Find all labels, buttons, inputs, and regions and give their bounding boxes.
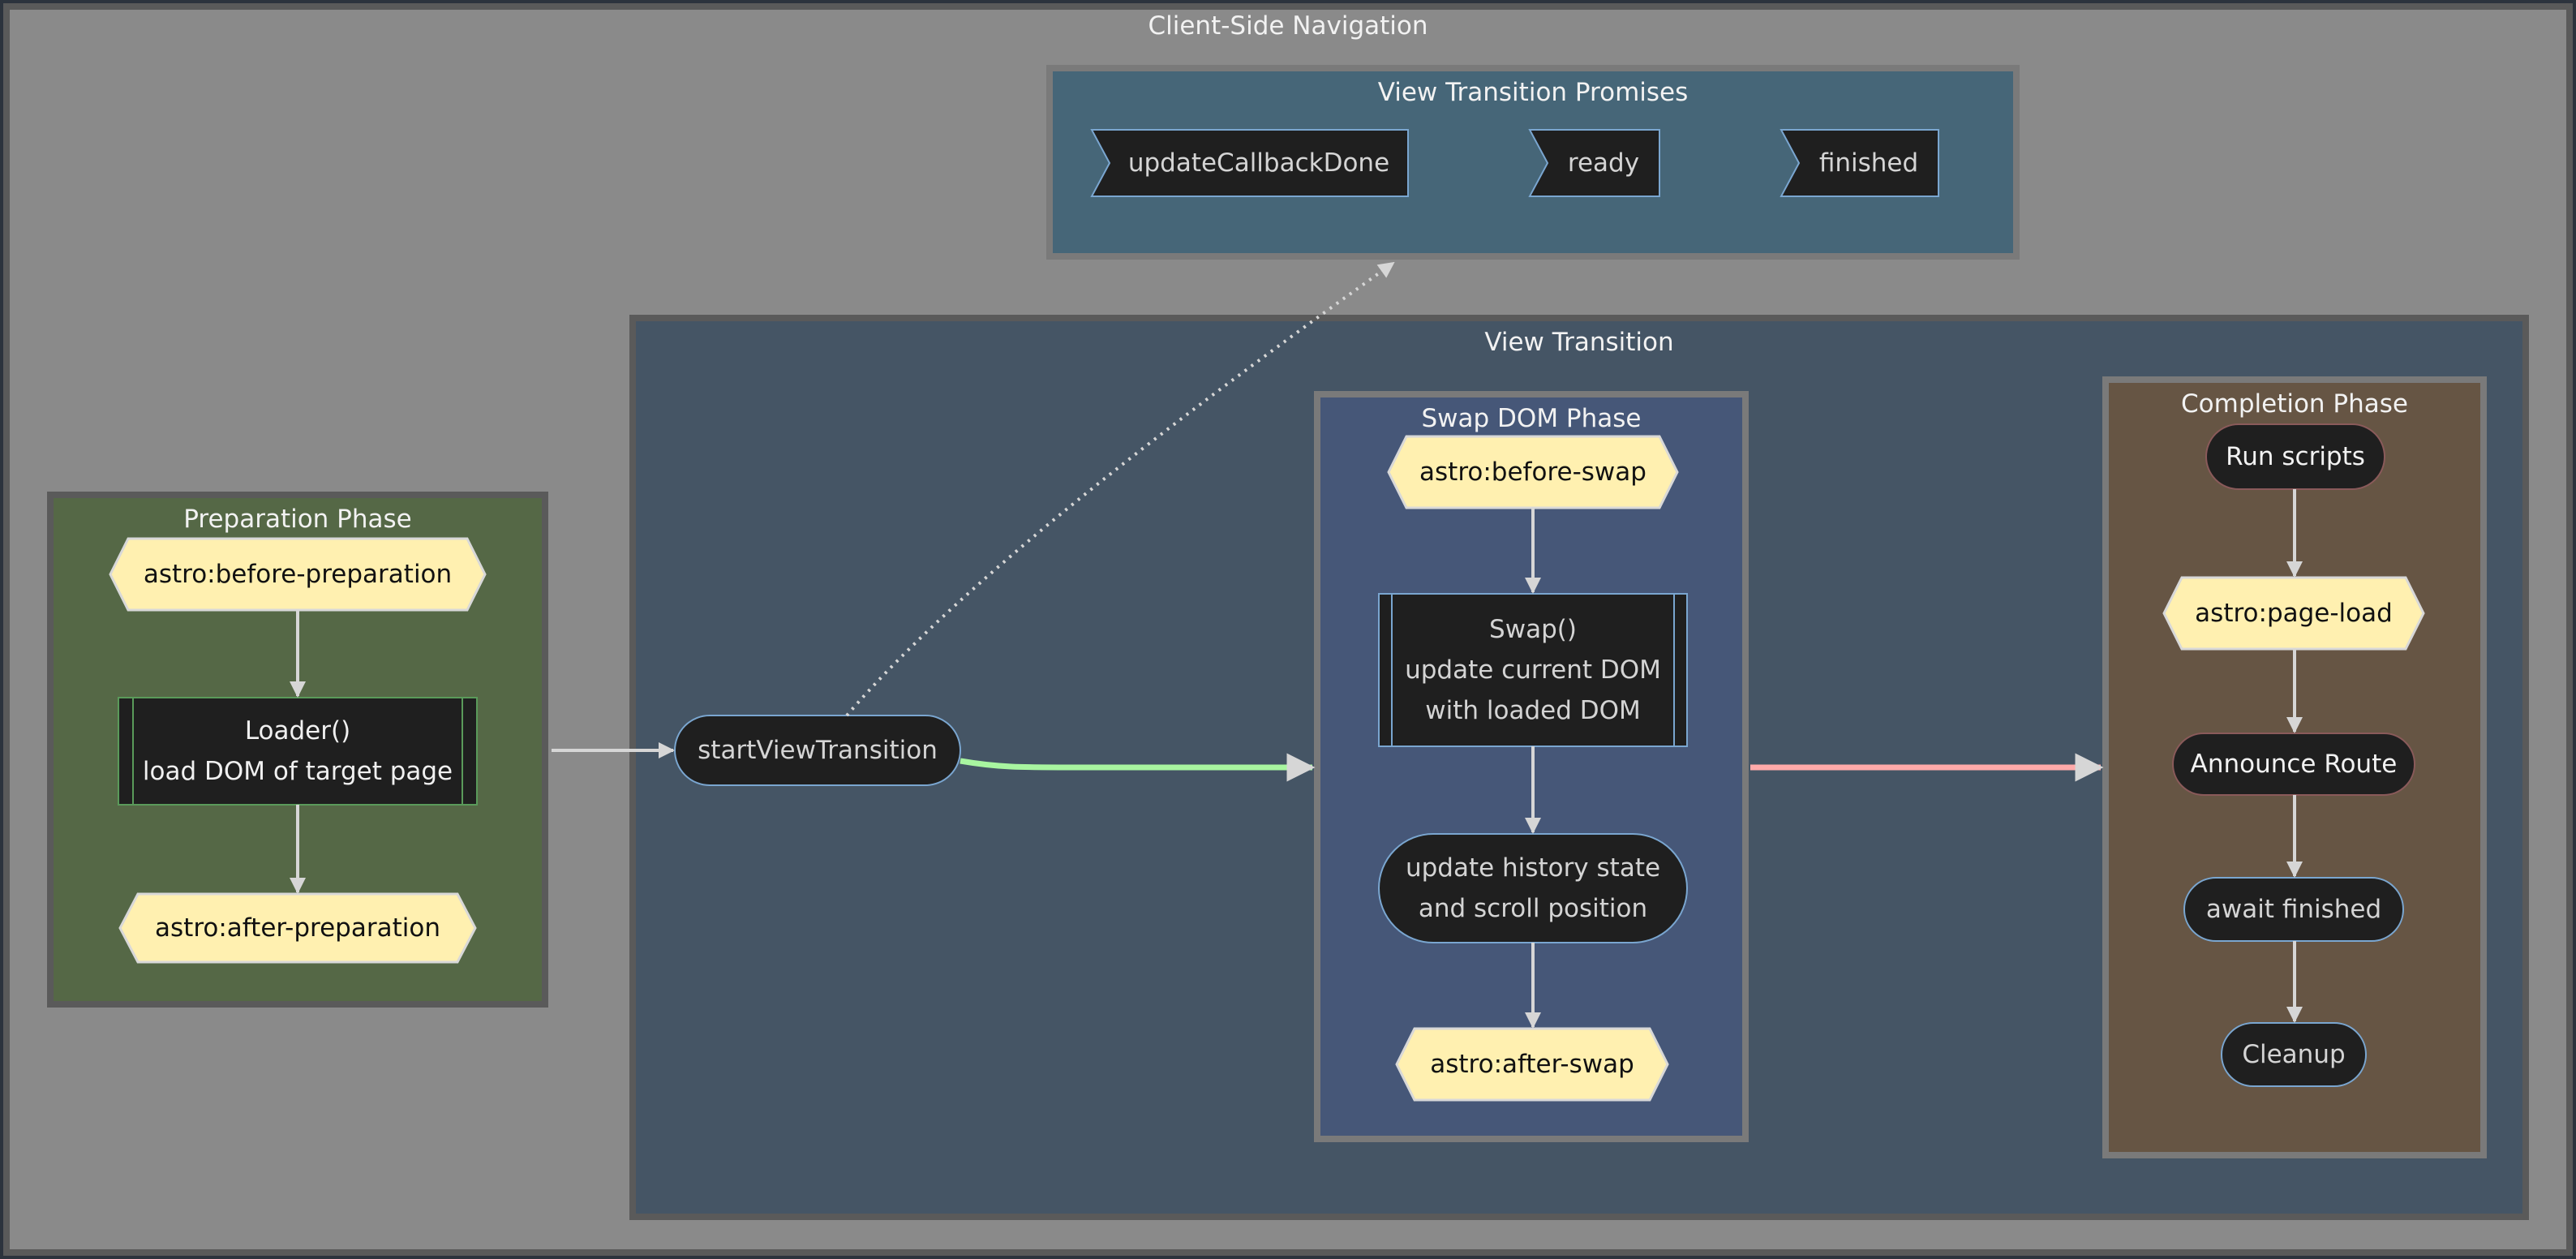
preparation-title: Preparation Phase xyxy=(183,505,412,534)
await-finished-label: await finished xyxy=(2205,895,2382,924)
promise-ready-label: ready xyxy=(1567,148,1640,178)
start-view-transition-label: startViewTransition xyxy=(698,736,938,765)
run-scripts-label: Run scripts xyxy=(2226,442,2365,471)
promise-updatecallbackdone: updateCallbackDone xyxy=(1110,130,1408,196)
cleanup-node: Cleanup xyxy=(2222,1023,2366,1086)
event-before-swap: astro:before-swap xyxy=(1389,436,1677,508)
event-page-load: astro:page-load xyxy=(2164,578,2424,649)
update-history-text: update history state and scroll position xyxy=(1379,848,1687,929)
promise-finished: finished xyxy=(1799,130,1938,196)
swap-label-line1: Swap() xyxy=(1489,615,1577,644)
loader-label-line1: Loader() xyxy=(244,716,351,746)
cleanup-label: Cleanup xyxy=(2242,1040,2346,1069)
swap-label-line3: with loaded DOM xyxy=(1425,696,1641,725)
event-after-swap-label: astro:after-swap xyxy=(1430,1050,1634,1079)
loader-label-line2: load DOM of target page xyxy=(142,757,453,786)
event-before-swap-label: astro:before-swap xyxy=(1419,458,1646,487)
loader-node: Loader() load DOM of target page xyxy=(118,698,477,805)
swap-node: Swap() update current DOM with loaded DO… xyxy=(1379,594,1687,746)
update-history-node: update history state and scroll position xyxy=(1379,834,1687,943)
run-scripts-node: Run scripts xyxy=(2206,424,2385,489)
promise-ready: ready xyxy=(1548,130,1659,196)
client-side-navigation-title: Client-Side Navigation xyxy=(1148,11,1428,41)
event-after-preparation: astro:after-preparation xyxy=(120,894,475,962)
start-view-transition-node: startViewTransition xyxy=(675,715,960,785)
update-history-label-line1: update history state xyxy=(1405,853,1661,883)
completion-title: Completion Phase xyxy=(2181,389,2408,419)
swap-dom-title: Swap DOM Phase xyxy=(1421,404,1642,433)
event-before-preparation: astro:before-preparation xyxy=(110,539,485,610)
event-after-swap: astro:after-swap xyxy=(1397,1029,1668,1100)
event-after-preparation-label: astro:after-preparation xyxy=(155,913,440,943)
event-page-load-label: astro:page-load xyxy=(2195,599,2393,628)
promises-title: View Transition Promises xyxy=(1377,78,1689,107)
event-before-preparation-label: astro:before-preparation xyxy=(143,560,453,589)
loader-text: Loader() load DOM of target page xyxy=(118,711,477,792)
announce-route-label: Announce Route xyxy=(2190,750,2398,779)
update-history-label-line2: and scroll position xyxy=(1418,894,1648,923)
view-transition-title: View Transition xyxy=(1484,328,1674,357)
announce-route-node: Announce Route xyxy=(2173,733,2415,795)
swap-text: Swap() update current DOM with loaded DO… xyxy=(1379,609,1687,731)
promise-updatecallbackdone-label: updateCallbackDone xyxy=(1127,148,1390,178)
await-finished-node: await finished xyxy=(2184,878,2403,941)
promise-finished-label: finished xyxy=(1818,148,1919,178)
swap-label-line2: update current DOM xyxy=(1405,655,1661,685)
